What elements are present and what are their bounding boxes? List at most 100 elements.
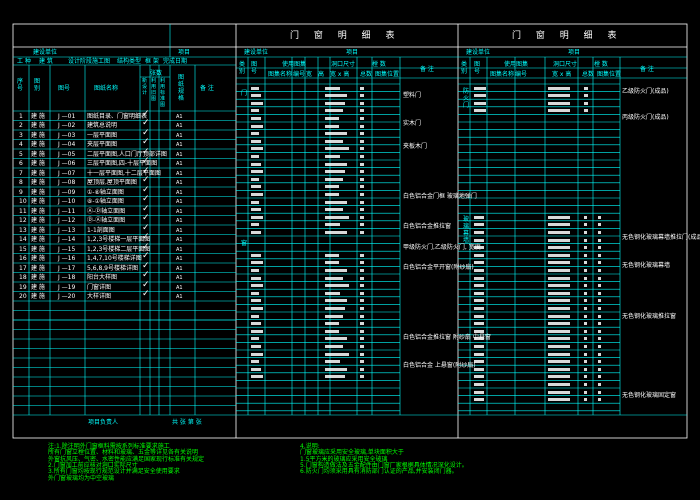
unit-label: 建设单位 <box>33 49 58 56</box>
door-size-mark <box>325 132 347 136</box>
door-count-mark <box>360 299 364 303</box>
curtain-count-mark <box>584 367 587 371</box>
door-size-mark <box>325 124 339 128</box>
door-count-mark <box>360 177 364 181</box>
curtain-code-mark <box>474 398 484 402</box>
door-count-mark <box>360 360 364 364</box>
door-code-mark <box>251 253 261 257</box>
t1-unit-label: 建设单位 <box>244 49 269 56</box>
drawing-row-type: 建 施 <box>31 150 45 158</box>
curtain-code-mark <box>474 268 484 272</box>
curtain-count-mark <box>584 360 587 364</box>
t2-sub-h: 备 注 <box>640 66 654 73</box>
drawing-row-num: J —07 <box>58 169 76 177</box>
curtain-code-mark <box>474 322 484 326</box>
curtain-count-mark <box>584 382 587 386</box>
door-count-mark <box>360 208 364 212</box>
door-size-mark <box>325 215 349 219</box>
door-note: 夹板木门 <box>403 143 428 150</box>
curtain-pos-mark <box>598 382 601 386</box>
door-code-mark <box>251 109 259 113</box>
drawing-row-size: A1 <box>176 161 183 167</box>
col-name-header: 图纸名称 <box>94 85 119 92</box>
door-count-mark <box>360 86 364 90</box>
curtain-pos-mark <box>598 223 601 227</box>
door-count-mark <box>360 170 364 174</box>
discipline-row-cell: 施工图 <box>92 58 111 65</box>
drawing-row-type: 建 施 <box>31 236 45 243</box>
drawing-row-type: 建 施 <box>31 122 45 129</box>
curtain-note: 无色钢化玻璃幕墙 <box>622 262 671 269</box>
fire-door-count-mark <box>584 94 588 98</box>
door-table-title-2: 门 窗 明 细 表 <box>512 31 623 41</box>
curtain-pos-mark <box>598 230 601 234</box>
curtain-count-mark <box>584 322 587 326</box>
curtain-size-mark <box>548 337 570 341</box>
drawing-row-check: ✓ <box>142 118 150 128</box>
drawing-row-name: 1,2,3号楼梯二层平面图 <box>87 245 151 253</box>
curtain-pos-mark <box>598 344 601 348</box>
col-count-reuse: 利用旧图 <box>151 78 157 102</box>
door-size-mark <box>325 322 339 326</box>
t1-sub-h: 备 注 <box>420 66 434 73</box>
fire-door-size-mark <box>548 109 570 113</box>
drawing-row-num: J —04 <box>58 141 76 148</box>
drawing-row-name: 夹层平面图 <box>87 141 118 148</box>
door-size-mark <box>325 109 343 113</box>
curtain-code-mark <box>474 375 484 379</box>
door-count-mark <box>360 367 364 371</box>
drawing-row-check: ✓ <box>142 146 150 157</box>
curtain-note: 乙级防火门(成品) <box>622 88 669 95</box>
drawing-row-no: 7 <box>19 169 23 177</box>
door-note: 实木门 <box>403 120 422 127</box>
drawing-row-type: 建 施 <box>31 198 45 205</box>
door-code-mark <box>251 177 259 181</box>
curtain-count-mark <box>584 299 587 303</box>
discipline-row-cell: 建 筑 <box>39 58 53 65</box>
fire-door-code-mark <box>474 94 486 98</box>
drawing-row-no: 20 <box>19 293 27 300</box>
door-count-mark <box>360 200 364 204</box>
door-code-mark <box>251 139 261 143</box>
drawing-row-size: A1 <box>176 218 183 224</box>
drawing-row-num: J —08 <box>58 179 76 186</box>
drawing-row-type: 建 施 <box>31 245 45 253</box>
door-note: 白色铝合金推拉窗 <box>403 223 452 230</box>
door-count-mark <box>360 116 364 120</box>
drawing-row-no: 17 <box>19 264 27 272</box>
drawing-row-check: ✓ <box>142 137 150 147</box>
curtain-size-mark <box>548 360 570 364</box>
curtain-count-mark <box>584 314 587 318</box>
curtain-size-mark <box>548 329 570 333</box>
drawing-row-check: ✓ <box>142 222 150 233</box>
door-note: 甲级防火门,乙级防火门, 宽度 <box>403 244 481 251</box>
door-code-mark <box>251 367 261 371</box>
door-count-mark <box>360 352 364 356</box>
door-code-mark <box>251 208 261 212</box>
door-code-mark <box>251 314 259 318</box>
drawing-row-size: A1 <box>176 237 183 243</box>
drawing-row-num: J —10 <box>58 198 76 205</box>
curtain-count-mark <box>584 238 587 242</box>
drawing-row-check: ✓ <box>142 108 150 119</box>
curtain-pos-mark <box>598 337 601 341</box>
fire-door-count-mark <box>584 101 588 105</box>
t1-sub-a: 图集名称 <box>268 71 293 78</box>
drawing-row-check: ✓ <box>142 260 150 271</box>
door-count-mark <box>360 139 364 143</box>
drawing-row-type: 建 施 <box>31 283 45 291</box>
drawing-row-no: 5 <box>19 150 23 158</box>
drawing-row-check: ✓ <box>142 251 150 261</box>
door-size-mark <box>325 170 345 174</box>
door-size-mark <box>325 261 339 265</box>
door-count-mark <box>360 337 364 341</box>
curtain-code-mark <box>474 382 484 386</box>
door-count-mark <box>360 132 364 136</box>
curtain-size-mark <box>548 375 570 379</box>
t1-count-header: 樘 数 <box>372 61 386 68</box>
col-size-header: 图纸规格 <box>178 74 185 102</box>
door-code-mark <box>251 284 263 288</box>
drawing-row-type: 建 施 <box>31 207 45 215</box>
note-left-line: 外门窗玻璃均为中空玻璃 <box>48 474 115 482</box>
door-code-mark <box>251 261 263 265</box>
